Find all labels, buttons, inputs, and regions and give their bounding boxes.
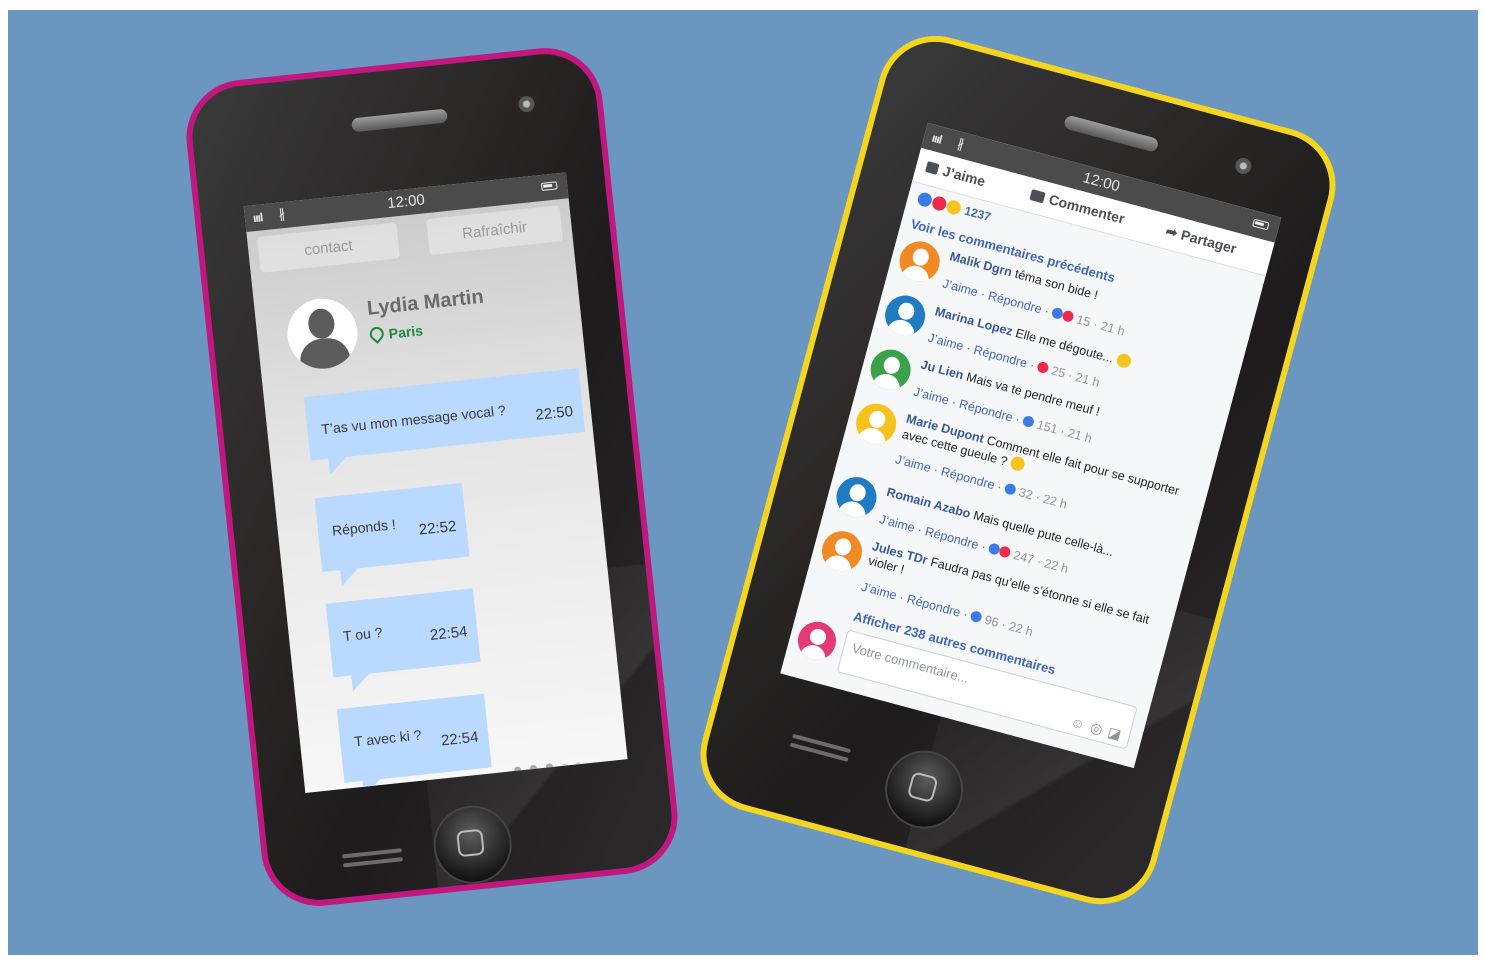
left-phone-frame: ıııl ∦ 12:00 contact Rafraîchir Lydia Ma… (180, 42, 684, 912)
like-button[interactable]: J’aime (925, 158, 988, 190)
share-button-label: Partager (1179, 226, 1239, 257)
message-bubble: T ou ? 22:54 (325, 588, 481, 678)
right-phone-camera (1233, 156, 1254, 176)
comment-reply-link[interactable]: Répondre (987, 289, 1044, 317)
commenter-avatar[interactable] (817, 526, 867, 576)
comment-age: 22 h (1042, 556, 1070, 577)
left-phone-camera (517, 95, 536, 113)
contact-location: Paris (366, 322, 424, 344)
comment-reply-link[interactable]: Répondre (923, 524, 980, 552)
comment-like-link[interactable]: J’aime (912, 385, 951, 408)
left-phone-grille (341, 843, 404, 879)
message-text: T ou ? (342, 624, 384, 645)
commenter-avatar[interactable] (831, 472, 881, 522)
contact-location-label: Paris (387, 322, 424, 342)
message-bubble: T avec ki ? 22:54 (336, 693, 492, 783)
comment-like-link[interactable]: J’aime (926, 330, 965, 353)
left-phone-screen: ıııl ∦ 12:00 contact Rafraîchir Lydia Ma… (243, 172, 628, 793)
sad-emoji-icon (1008, 455, 1027, 473)
love-reaction-icon (1036, 360, 1050, 375)
comment-reply-link[interactable]: Répondre (905, 592, 962, 620)
commenter-avatar[interactable] (851, 399, 901, 449)
back-button[interactable]: contact (256, 222, 400, 273)
commenter-avatar[interactable] (866, 345, 916, 395)
refresh-button[interactable]: Rafraîchir (426, 205, 564, 256)
right-phone-speaker (1063, 114, 1160, 153)
comment-age: 22 h (1041, 491, 1069, 512)
avatar-shoulders (298, 336, 352, 373)
sticker-icon[interactable]: ◪ (1106, 724, 1123, 743)
left-phone-speaker (351, 108, 449, 133)
left-phone-body: ıııl ∦ 12:00 contact Rafraîchir Lydia Ma… (187, 49, 677, 905)
message-time: 22:52 (418, 517, 458, 539)
avatar-head (306, 307, 336, 341)
comment-like-link[interactable]: J’aime (941, 276, 980, 299)
home-square-icon (906, 771, 939, 804)
refresh-button-label: Rafraîchir (461, 218, 528, 242)
location-pin-icon (366, 324, 387, 344)
message-text: Réponds ! (331, 516, 397, 539)
like-reaction-icon (916, 191, 934, 209)
commenter-avatar[interactable] (895, 236, 945, 286)
comment-age: 21 h (1074, 370, 1102, 390)
back-button-label: contact (303, 236, 354, 259)
emoji-icon[interactable]: ☺ (1069, 714, 1087, 733)
message-time: 22:54 (440, 728, 480, 750)
message-time: 22:54 (429, 623, 469, 645)
message-bubble: Réponds ! 22:52 (314, 482, 470, 572)
battery-icon (540, 181, 558, 191)
comment-like-link[interactable]: J’aime (860, 580, 899, 603)
comment-input-icons: ☺ ◎ ◪ (1063, 712, 1123, 743)
like-reaction-icon (1003, 482, 1018, 496)
like-button-label: J’aime (940, 162, 988, 190)
right-phone-screen: ıııl ∦ 12:00 J’aime Commenter ➦Partager … (780, 122, 1282, 769)
comment-reply-link[interactable]: Répondre (958, 397, 1015, 425)
like-reaction-icon (969, 609, 984, 624)
comment-age: 21 h (1066, 425, 1094, 446)
like-reaction-icon (1021, 414, 1036, 429)
love-reaction-icon (930, 194, 948, 213)
message-text: T avec ki ? (353, 726, 423, 750)
home-square-icon (456, 828, 485, 858)
comment-like-link[interactable]: J’aime (894, 452, 933, 475)
camera-icon[interactable]: ◎ (1089, 719, 1105, 738)
message-time: 22:50 (534, 402, 574, 424)
love-reaction-icon (998, 545, 1012, 559)
current-user-avatar (793, 617, 841, 665)
reaction-count: 1237 (962, 203, 993, 225)
comment-reply-link[interactable]: Répondre (972, 343, 1029, 371)
commenter-avatar[interactable] (880, 291, 930, 341)
contact-avatar (283, 295, 361, 373)
comment-age: 22 h (1007, 619, 1035, 640)
comment-reply-link[interactable]: Répondre (940, 464, 997, 492)
right-phone-grille (787, 729, 853, 774)
message-text: T’as vu mon message vocal ? (320, 401, 507, 438)
shocked-emoji-icon (1114, 352, 1133, 370)
thumbs-up-icon (925, 161, 940, 175)
wow-reaction-icon (945, 198, 963, 217)
comment-age: 21 h (1099, 318, 1127, 339)
share-arrow-icon: ➦ (1164, 222, 1180, 241)
speech-bubble-icon (1029, 189, 1046, 204)
message-bubble: T’as vu mon message vocal ? 22:50 (303, 368, 586, 461)
contact-name: Lydia Martin (365, 285, 485, 320)
comment-like-link[interactable]: J’aime (878, 512, 917, 535)
love-reaction-icon (1061, 309, 1075, 324)
